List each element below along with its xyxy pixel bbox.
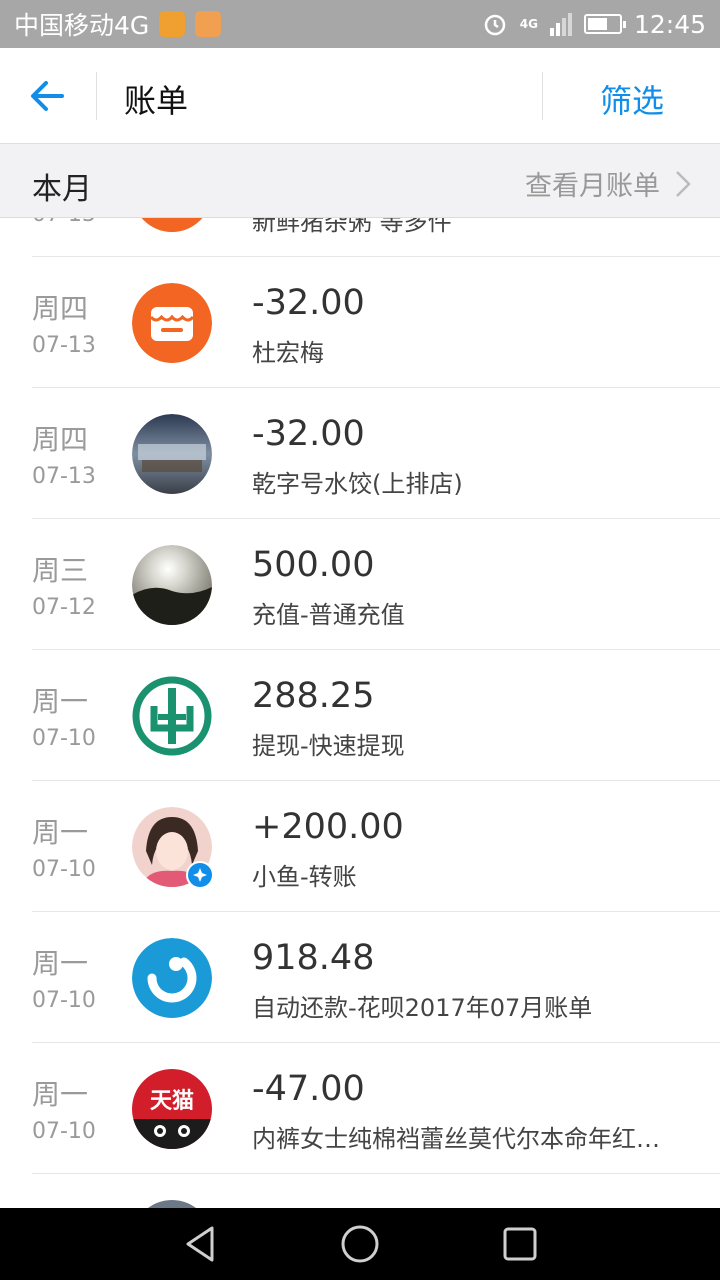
- app-notification-icon-2: [195, 11, 222, 37]
- transaction-weekday: 周四: [32, 292, 89, 325]
- transaction-amount: -47.00: [252, 1069, 365, 1109]
- verified-badge-icon: [186, 861, 214, 889]
- transaction-weekday: 周三: [32, 554, 89, 587]
- transaction-description: 杜宏梅: [252, 339, 324, 367]
- transaction-row[interactable]: 周一 07-10 918.48 自动还款-花呗2017年07月账单: [0, 912, 720, 1043]
- system-recents-button[interactable]: [500, 1224, 540, 1264]
- app-notification-icon: [159, 11, 186, 37]
- shop-icon: [132, 283, 212, 363]
- transaction-row[interactable]: 周四 07-13 -32.00 乾字号水饺(上排店): [0, 388, 720, 519]
- transaction-date: 07-13: [32, 218, 96, 227]
- transaction-description: 提现-快速提现: [252, 732, 405, 760]
- filter-button[interactable]: 筛选: [600, 76, 664, 122]
- status-bar: 中国移动4G 4G 12:45: [0, 0, 720, 48]
- transaction-weekday: 周四: [32, 423, 89, 456]
- month-section-header: 本月 查看月账单: [0, 144, 720, 218]
- transaction-amount: 500.00: [252, 545, 375, 585]
- month-label: 本月: [32, 172, 92, 207]
- transaction-row[interactable]: 周三 07-12 500.00 充值-普通充值: [0, 519, 720, 650]
- transaction-amount: +200.00: [252, 807, 404, 847]
- transaction-description: 乾字号水饺(上排店): [252, 470, 463, 498]
- network-type-label: 4G: [519, 16, 538, 31]
- transaction-description: 充值-普通充值: [252, 601, 405, 629]
- avatar: [132, 1200, 212, 1208]
- transaction-date: 07-10: [32, 857, 96, 882]
- huabei-logo-icon: [132, 938, 212, 1018]
- view-monthly-bill-link[interactable]: 查看月账单: [525, 164, 692, 203]
- bank-logo-icon: [132, 676, 212, 756]
- back-triangle-icon: [186, 1226, 214, 1262]
- transaction-row-partial[interactable]: 07-13 新鲜猪杂粥 等多件: [0, 218, 720, 257]
- transaction-amount: 918.48: [252, 938, 375, 978]
- nav-divider: [542, 72, 543, 120]
- transaction-weekday: 周一: [32, 816, 89, 849]
- system-home-button[interactable]: [340, 1224, 380, 1264]
- transaction-amount: -32.00: [252, 283, 365, 323]
- tmall-logo-icon: 天猫: [132, 1069, 212, 1149]
- transaction-row[interactable]: 周一 07-10 288.25 提现-快速提现: [0, 650, 720, 781]
- battery-icon: [583, 14, 626, 34]
- arrow-left-icon: [31, 81, 64, 111]
- home-circle-icon: [341, 1225, 379, 1263]
- carrier-label: 中国移动4G: [14, 11, 150, 40]
- back-button[interactable]: [18, 70, 78, 122]
- transaction-date: 07-10: [32, 1119, 96, 1144]
- transaction-list: 07-13 新鲜猪杂粥 等多件 周四 07-13 -32.00 杜宏梅 周四 0…: [0, 218, 720, 1208]
- transaction-date: 07-10: [32, 726, 96, 751]
- transaction-description: 自动还款-花呗2017年07月账单: [252, 994, 593, 1022]
- transaction-description: 新鲜猪杂粥 等多件: [252, 218, 452, 236]
- page-title: 账单: [124, 82, 189, 120]
- transaction-weekday: 周一: [32, 1078, 89, 1111]
- nav-bar: 账单 筛选: [0, 48, 720, 144]
- view-monthly-bill-label: 查看月账单: [525, 171, 660, 202]
- recents-square-icon: [503, 1227, 537, 1261]
- storefront-photo-avatar: [132, 414, 212, 494]
- transaction-date: 07-12: [32, 595, 96, 620]
- transaction-weekday: 周一: [32, 947, 89, 980]
- transaction-row[interactable]: 周四 07-13 -32.00 杜宏梅: [0, 257, 720, 388]
- signal-icon: [549, 12, 572, 36]
- transaction-date: 07-10: [32, 988, 96, 1013]
- transaction-description: 内裤女士纯棉裆蕾丝莫代尔本命年红…: [252, 1125, 660, 1153]
- transaction-description: 小鱼-转账: [252, 863, 357, 891]
- transaction-weekday: 周一: [32, 685, 89, 718]
- shop-icon: [132, 218, 212, 232]
- transaction-row[interactable]: 周一 07-10 +200.00 小鱼-转账: [0, 781, 720, 912]
- clock: 12:45: [633, 9, 706, 39]
- chevron-right-icon: [676, 170, 691, 197]
- system-back-button[interactable]: [180, 1224, 220, 1264]
- alarm-icon: [484, 14, 505, 36]
- system-navigation-bar: [0, 1208, 720, 1280]
- transaction-amount: -32.00: [252, 414, 365, 454]
- transaction-amount: 288.25: [252, 676, 375, 716]
- transaction-date: 07-13: [32, 333, 96, 358]
- nav-divider: [96, 72, 97, 120]
- transaction-row-partial[interactable]: [0, 1174, 720, 1208]
- transaction-row[interactable]: 周一 07-10 天猫 -47.00 内裤女士纯棉裆蕾丝莫代尔本命年红…: [0, 1043, 720, 1174]
- sunset-photo-avatar: [132, 545, 212, 625]
- transaction-date: 07-13: [32, 464, 96, 489]
